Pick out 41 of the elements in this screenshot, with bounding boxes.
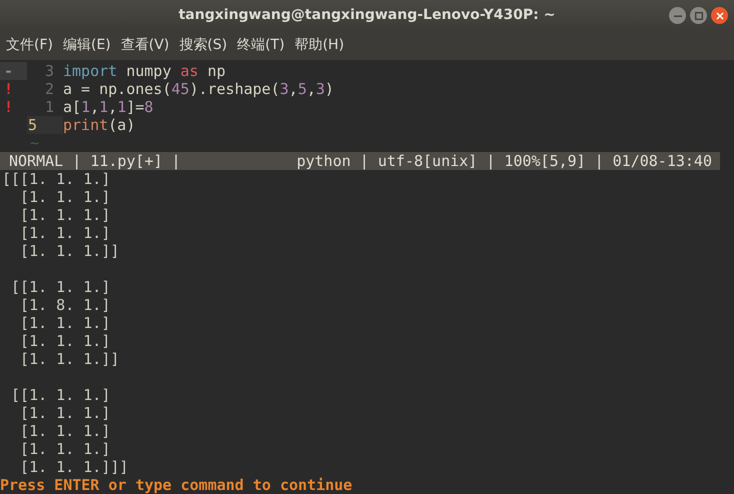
output-line: [1. 1. 1.] [19,440,110,458]
output-line: [1. 1. 1.] [19,224,110,242]
close-button[interactable] [711,7,728,24]
code-line: import numpy as np [63,62,226,80]
menu-item[interactable]: 查看(V) [120,36,170,54]
menu-item[interactable]: 帮助(H) [294,36,344,54]
sign-marker: ! [3,80,14,98]
output-line: [1. 1. 1.] [19,404,110,422]
output-line: [[1. 1. 1.] [10,386,110,404]
line-number: 2 [44,80,55,98]
sign-marker: ! [3,98,14,116]
line-number: 3 [44,62,55,80]
sign-marker: - [0,62,27,80]
output-line: [1. 1. 1.] [19,188,110,206]
prompt-message: Press ENTER or type command to continue [0,476,352,494]
line-number: 1 [44,98,55,116]
output-line: [1. 8. 1.] [19,296,110,314]
empty-line-marker: ~ [29,134,40,152]
output-line: [1. 1. 1.]] [19,242,120,260]
status-right: python | utf-8[unix] | 100%[5,9] | 01/08-13:40 [296,152,712,170]
line-number: 5 [27,116,63,134]
close-icon [716,12,724,20]
output-line: [1. 1. 1.] [19,206,110,224]
menu-item[interactable]: 文件(F) [6,36,53,54]
window-title: tangxingwang@tangxingwang-Lenovo-Y430P: ~ [178,7,556,23]
maximize-icon [694,12,702,20]
code-line: print(a) [63,116,136,134]
menu-item[interactable]: 终端(T) [237,36,285,54]
output-line: [1. 1. 1.] [19,422,110,440]
output-line: [[1. 1. 1.] [10,278,110,296]
output-line: [1. 1. 1.]]] [19,458,128,476]
code-line: a[1,1,1]=8 [63,98,154,116]
menu-item[interactable]: 搜索(S) [179,36,228,54]
output-line: [1. 1. 1.] [19,314,110,332]
minimize-button[interactable] [669,7,686,24]
output-line: [1. 1. 1.] [19,332,110,350]
menu-item[interactable]: 编辑(E) [62,36,111,54]
output-line: [[[1. 1. 1.] [1,170,110,188]
output-line: [1. 1. 1.]] [19,350,120,368]
status-left: NORMAL | 11.py[+] | [9,152,181,170]
code-line: a = np.ones(45).reshape(3,5,3) [63,80,334,98]
